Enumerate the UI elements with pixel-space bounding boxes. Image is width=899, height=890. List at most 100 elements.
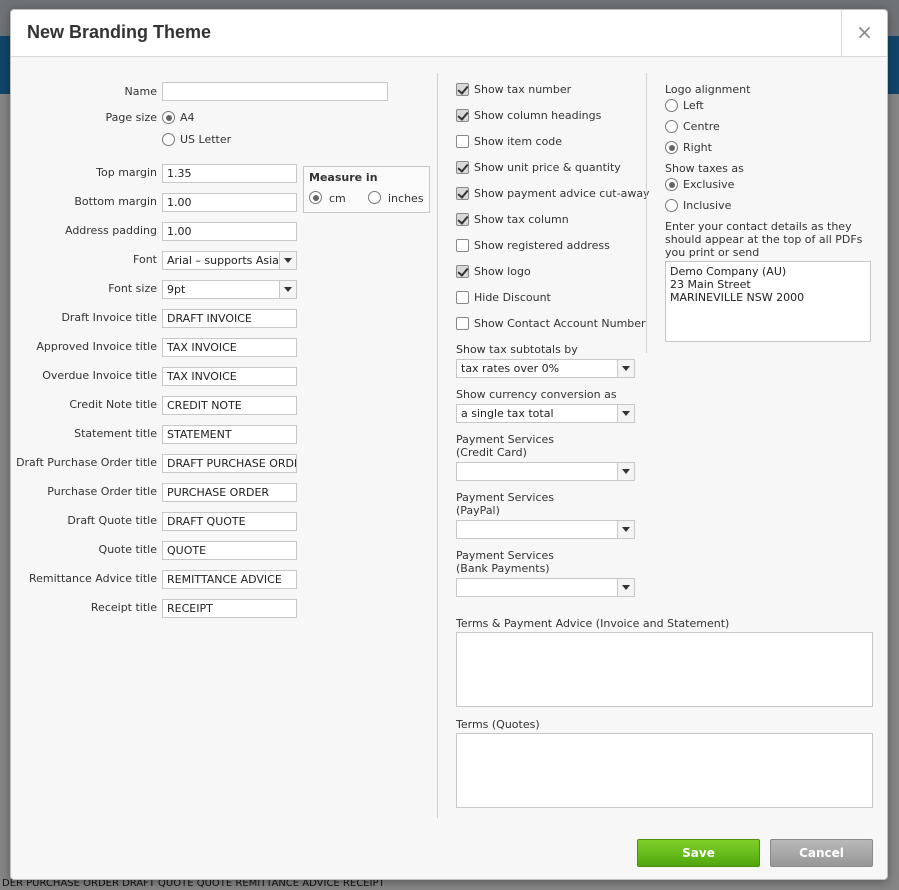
credit-note-title-label: Credit Note title: [69, 398, 157, 411]
draft-purchase-order-title-input[interactable]: DRAFT PURCHASE ORDER: [162, 454, 297, 473]
top-margin-input[interactable]: 1.35: [162, 164, 297, 183]
payment-bank-label-2: (Bank Payments): [456, 562, 550, 575]
page-size-us-letter-label: US Letter: [180, 133, 232, 146]
font-select[interactable]: Arial – supports Asian l: [162, 251, 297, 270]
show-tax-number-checkbox[interactable]: [456, 83, 469, 96]
draft-invoice-title-label: Draft Invoice title: [61, 311, 157, 324]
show-unit-price-checkbox[interactable]: [456, 161, 469, 174]
currency-conversion-select[interactable]: a single tax total: [456, 404, 635, 423]
tax-subtotals-select[interactable]: tax rates over 0%: [456, 359, 635, 378]
chevron-down-icon: [617, 360, 634, 377]
statement-title-input[interactable]: STATEMENT: [162, 425, 297, 444]
show-tax-number-label: Show tax number: [474, 83, 572, 96]
overdue-invoice-title-input[interactable]: TAX INVOICE: [162, 367, 297, 386]
credit-note-title-input[interactable]: CREDIT NOTE: [162, 396, 297, 415]
save-button[interactable]: Save: [637, 839, 760, 867]
dialog-title: New Branding Theme: [27, 22, 212, 42]
chevron-down-icon: [617, 463, 634, 480]
payment-paypal-label-2: (PayPal): [456, 504, 500, 517]
font-select-value: Arial – supports Asian l: [167, 254, 293, 267]
page-size-a4-radio[interactable]: [162, 111, 175, 124]
logo-align-left-label: Left: [683, 99, 704, 112]
logo-align-right-label: Right: [683, 141, 712, 154]
column-divider: [437, 73, 438, 818]
payment-paypal-select[interactable]: [456, 520, 635, 539]
approved-invoice-title-input[interactable]: TAX INVOICE: [162, 338, 297, 357]
terms-quotes-label: Terms (Quotes): [456, 718, 540, 731]
show-column-headings-checkbox[interactable]: [456, 109, 469, 122]
close-button[interactable]: ×: [841, 10, 887, 56]
right-column-divider: [646, 73, 647, 353]
payment-credit-label-1: Payment Services: [456, 433, 555, 446]
draft-invoice-title-input[interactable]: DRAFT INVOICE: [162, 309, 297, 328]
receipt-title-input[interactable]: RECEIPT: [162, 599, 297, 618]
show-unit-price-label: Show unit price & quantity: [474, 161, 621, 174]
logo-align-right-radio[interactable]: [665, 141, 678, 154]
logo-align-left-radio[interactable]: [665, 99, 678, 112]
receipt-title-label: Receipt title: [90, 601, 157, 614]
draft-quote-title-input[interactable]: DRAFT QUOTE: [162, 512, 297, 531]
terms-payment-textarea[interactable]: [456, 632, 873, 707]
taxes-exclusive-radio[interactable]: [665, 178, 678, 191]
remittance-advice-title-input[interactable]: REMITTANCE ADVICE: [162, 570, 297, 589]
hide-discount-checkbox[interactable]: [456, 291, 469, 304]
purchase-order-title-input[interactable]: PURCHASE ORDER: [162, 483, 297, 502]
logo-alignment-label: Logo alignment: [665, 83, 751, 96]
tax-subtotals-label: Show tax subtotals by: [456, 343, 578, 356]
show-payment-advice-checkbox[interactable]: [456, 187, 469, 200]
terms-payment-label: Terms & Payment Advice (Invoice and Stat…: [456, 617, 730, 630]
remittance-advice-title-label: Remittance Advice title: [28, 572, 157, 585]
overdue-invoice-title-label: Overdue Invoice title: [42, 369, 157, 382]
show-logo-checkbox[interactable]: [456, 265, 469, 278]
payment-bank-select[interactable]: [456, 578, 635, 597]
quote-title-input[interactable]: QUOTE: [162, 541, 297, 560]
name-label: Name: [124, 85, 157, 98]
show-contact-account-number-label: Show Contact Account Number: [474, 317, 646, 330]
chevron-down-icon: [279, 252, 296, 269]
font-label: Font: [133, 253, 157, 266]
show-tax-column-checkbox[interactable]: [456, 213, 469, 226]
measure-cm-radio[interactable]: [309, 191, 322, 204]
hide-discount-label: Hide Discount: [474, 291, 551, 304]
show-contact-account-number-checkbox[interactable]: [456, 317, 469, 330]
show-item-code-checkbox[interactable]: [456, 135, 469, 148]
font-size-label: Font size: [108, 282, 157, 295]
taxes-inclusive-radio[interactable]: [665, 199, 678, 212]
cancel-button[interactable]: Cancel: [770, 839, 873, 867]
bottom-margin-label: Bottom margin: [74, 195, 157, 208]
payment-credit-select[interactable]: [456, 462, 635, 481]
address-padding-label: Address padding: [64, 224, 157, 237]
font-size-select[interactable]: 9pt: [162, 280, 297, 299]
measure-inches-radio[interactable]: [368, 191, 381, 204]
chevron-down-icon: [617, 521, 634, 538]
chevron-down-icon: [617, 405, 634, 422]
payment-bank-label-1: Payment Services: [456, 549, 555, 562]
taxes-inclusive-label: Inclusive: [683, 199, 732, 212]
terms-quotes-textarea[interactable]: [456, 733, 873, 808]
font-size-select-value: 9pt: [167, 283, 186, 296]
branding-theme-dialog: New Branding Theme × Name Page size A4 U…: [10, 9, 888, 880]
name-input[interactable]: [162, 82, 388, 101]
logo-align-centre-radio[interactable]: [665, 120, 678, 133]
taxes-exclusive-label: Exclusive: [683, 178, 735, 191]
currency-conversion-value: a single tax total: [461, 407, 554, 420]
currency-conversion-label: Show currency conversion as: [456, 388, 617, 401]
draft-purchase-order-title-label: Draft Purchase Order title: [16, 456, 157, 469]
measure-inches-label: inches: [388, 192, 424, 205]
address-padding-input[interactable]: 1.00: [162, 222, 297, 241]
contact-details-help: Enter your contact details as they shoul…: [665, 220, 863, 259]
tax-subtotals-value: tax rates over 0%: [461, 362, 560, 375]
page-size-us-letter-radio[interactable]: [162, 133, 175, 146]
contact-details-textarea[interactable]: Demo Company (AU) 23 Main Street MARINEV…: [665, 261, 871, 342]
purchase-order-title-label: Purchase Order title: [47, 485, 157, 498]
show-payment-advice-label: Show payment advice cut-away: [474, 187, 650, 200]
logo-align-centre-label: Centre: [683, 120, 720, 133]
show-registered-address-label: Show registered address: [474, 239, 610, 252]
bottom-margin-input[interactable]: 1.00: [162, 193, 297, 212]
measure-in-label: Measure in: [309, 171, 378, 184]
approved-invoice-title-label: Approved Invoice title: [36, 340, 157, 353]
payment-paypal-label-1: Payment Services: [456, 491, 555, 504]
page-size-a4-label: A4: [180, 111, 195, 124]
show-registered-address-checkbox[interactable]: [456, 239, 469, 252]
draft-quote-title-label: Draft Quote title: [67, 514, 157, 527]
